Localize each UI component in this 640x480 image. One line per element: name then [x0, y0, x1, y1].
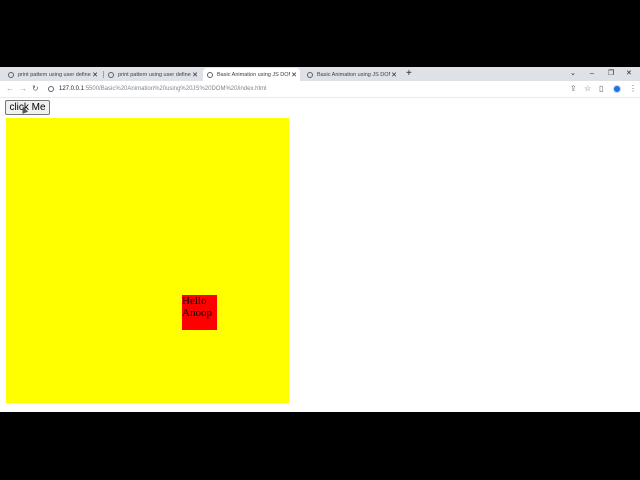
profile-avatar[interactable] — [613, 85, 621, 93]
address-bar[interactable]: 127.0.0.1:5500/Basic%20Animation%20using… — [48, 83, 566, 95]
info-icon[interactable] — [48, 86, 54, 92]
close-icon[interactable]: ✕ — [91, 71, 99, 79]
share-icon[interactable]: ⇪ — [570, 83, 577, 95]
browser-window: print pattern using user defined ✕ print… — [0, 67, 640, 412]
chevron-down-icon[interactable]: ⌄ — [570, 68, 576, 80]
globe-icon — [307, 71, 313, 78]
close-icon[interactable]: ✕ — [390, 71, 398, 79]
animated-box: Hello Anoop — [182, 295, 217, 330]
reload-icon[interactable]: ↻ — [32, 83, 39, 95]
close-icon[interactable]: ✕ — [191, 71, 199, 79]
tab-2[interactable]: print pattern using user defined ✕ — [104, 68, 201, 81]
star-icon[interactable]: ☆ — [584, 83, 591, 95]
globe-icon — [108, 71, 114, 78]
close-window-icon[interactable]: ✕ — [626, 68, 632, 80]
forward-icon[interactable]: → — [19, 83, 27, 95]
restore-icon[interactable]: ❐ — [608, 68, 614, 80]
tab-title: print pattern using user defined — [118, 71, 191, 78]
page-content: click Me Hello Anoop — [0, 98, 640, 412]
close-icon[interactable]: ✕ — [290, 71, 298, 79]
tab-strip: print pattern using user defined ✕ print… — [0, 67, 640, 81]
click-me-button[interactable]: click Me — [5, 100, 50, 115]
more-menu-icon[interactable]: ⋮ — [629, 83, 637, 95]
tab-4[interactable]: Basic Animation using JS DOM ✕ — [303, 68, 400, 81]
globe-icon — [8, 71, 14, 78]
minimize-icon[interactable]: – — [590, 68, 594, 80]
tab-title: Basic Animation using JS DOM — [217, 71, 290, 78]
side-panel-icon[interactable]: ▯ — [599, 83, 603, 95]
url-host: 127.0.0.1 — [59, 86, 85, 92]
plus-icon[interactable]: + — [406, 68, 412, 80]
url-path: :5500/Basic%20Animation%20using%20JS%20D… — [84, 86, 267, 92]
tab-1[interactable]: print pattern using user defined ✕ — [4, 68, 101, 81]
back-icon[interactable]: ← — [6, 83, 14, 95]
browser-toolbar: ← → ↻ 127.0.0.1:5500/Basic%20Animation%2… — [0, 81, 640, 98]
animation-container: Hello Anoop — [6, 118, 289, 403]
globe-icon — [207, 71, 213, 78]
tab-title: print pattern using user defined — [18, 71, 91, 78]
tab-3-active[interactable]: Basic Animation using JS DOM ✕ — [203, 68, 300, 81]
tab-title: Basic Animation using JS DOM — [317, 71, 390, 78]
